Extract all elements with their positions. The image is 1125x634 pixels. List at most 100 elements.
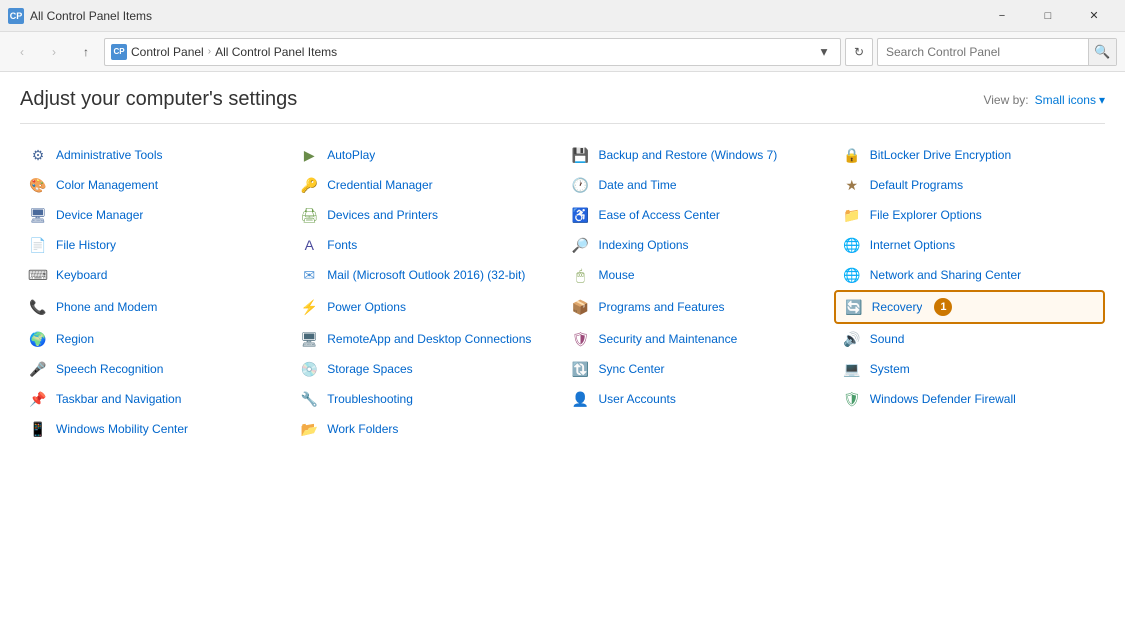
item-label: Credential Manager [327, 178, 432, 192]
breadcrumb-icon: CP [111, 44, 127, 60]
item-icon: 🕐 [571, 175, 591, 195]
control-item-taskbar-and-navigation[interactable]: 📌Taskbar and Navigation [20, 384, 291, 414]
view-by-value[interactable]: Small icons ▾ [1035, 93, 1105, 107]
item-icon: ⚙ [28, 145, 48, 165]
item-label: AutoPlay [327, 148, 375, 162]
control-item-bitlocker-drive-encryption[interactable]: 🔒BitLocker Drive Encryption [834, 140, 1105, 170]
window-title: All Control Panel Items [30, 9, 979, 23]
control-item-internet-options[interactable]: 🌐 Internet Options [834, 230, 1105, 260]
control-item-storage-spaces[interactable]: 💿Storage Spaces [291, 354, 562, 384]
refresh-button[interactable]: ↻ [845, 38, 873, 66]
view-by-current: Small icons [1035, 93, 1096, 107]
item-label: RemoteApp and Desktop Connections [327, 332, 531, 346]
item-icon: 🖨 [299, 205, 319, 225]
item-label: File History [56, 238, 116, 252]
page-title: Adjust your computer's settings [20, 88, 297, 111]
item-label: Mouse [599, 268, 635, 282]
control-item-remoteapp-and-desktop-connections[interactable]: 🖥RemoteApp and Desktop Connections [291, 324, 562, 354]
item-icon: 🖱 [571, 265, 591, 285]
control-item-work-folders[interactable]: 📂Work Folders [291, 414, 562, 444]
control-item-windows-mobility-center[interactable]: 📱Windows Mobility Center [20, 414, 291, 444]
maximize-button[interactable]: □ [1025, 0, 1071, 32]
item-label: Color Management [56, 178, 158, 192]
item-icon: 👤 [571, 389, 591, 409]
control-item-default-programs[interactable]: ★Default Programs [834, 170, 1105, 200]
window-controls: − □ ✕ [979, 0, 1117, 32]
item-label: Keyboard [56, 268, 107, 282]
control-item-backup-and-restore-windows-7[interactable]: 💾Backup and Restore (Windows 7) [563, 140, 834, 170]
breadcrumb-bar: CP Control Panel › All Control Panel Ite… [104, 38, 841, 66]
control-item-sync-center[interactable]: 🔃Sync Center [563, 354, 834, 384]
control-item-file-explorer-options[interactable]: 📁File Explorer Options [834, 200, 1105, 230]
item-label: Speech Recognition [56, 362, 163, 376]
item-label: Sync Center [599, 362, 665, 376]
item-icon: 🌐 [842, 235, 862, 255]
search-input[interactable] [878, 45, 1088, 59]
control-item-autoplay[interactable]: ▶ AutoPlay [291, 140, 562, 170]
back-button[interactable]: ‹ [8, 38, 36, 66]
page-header: Adjust your computer's settings View by:… [20, 88, 1105, 124]
control-item-phone-and-modem[interactable]: 📞Phone and Modem [20, 290, 291, 324]
control-item-network-and-sharing-center[interactable]: 🌐Network and Sharing Center [834, 260, 1105, 290]
item-icon: ♿ [571, 205, 591, 225]
item-icon: 📂 [299, 419, 319, 439]
item-label: Administrative Tools [56, 148, 163, 162]
control-item-programs-and-features[interactable]: 📦Programs and Features [563, 290, 834, 324]
item-icon: 🛡 [842, 389, 862, 409]
item-icon: 💾 [571, 145, 591, 165]
control-item-fonts[interactable]: A Fonts [291, 230, 562, 260]
control-item-power-options[interactable]: ⚡Power Options [291, 290, 562, 324]
view-by-chevron-icon: ▾ [1099, 93, 1105, 107]
item-icon: 🎨 [28, 175, 48, 195]
item-icon: 🔑 [299, 175, 319, 195]
control-item-date-and-time[interactable]: 🕐Date and Time [563, 170, 834, 200]
item-icon: A [299, 235, 319, 255]
item-icon: 🛡 [571, 329, 591, 349]
control-item-credential-manager[interactable]: 🔑 Credential Manager [291, 170, 562, 200]
item-icon: ⌨ [28, 265, 48, 285]
control-item-speech-recognition[interactable]: 🎤 Speech Recognition [20, 354, 291, 384]
item-icon: 🎤 [28, 359, 48, 379]
control-item-recovery[interactable]: 🔄Recovery1 [834, 290, 1105, 324]
breadcrumb-dropdown-button[interactable]: ▾ [814, 42, 834, 62]
item-label: Troubleshooting [327, 392, 413, 406]
control-item-administrative-tools[interactable]: ⚙ Administrative Tools [20, 140, 291, 170]
item-label: Mail (Microsoft Outlook 2016) (32-bit) [327, 268, 525, 282]
control-item-windows-defender-firewall[interactable]: 🛡Windows Defender Firewall [834, 384, 1105, 414]
item-icon: ▶ [299, 145, 319, 165]
item-label: Fonts [327, 238, 357, 252]
control-item-mouse[interactable]: 🖱 Mouse [563, 260, 834, 290]
main-content: Adjust your computer's settings View by:… [0, 72, 1125, 634]
close-button[interactable]: ✕ [1071, 0, 1117, 32]
minimize-button[interactable]: − [979, 0, 1025, 32]
control-item-troubleshooting[interactable]: 🔧Troubleshooting [291, 384, 562, 414]
forward-button[interactable]: › [40, 38, 68, 66]
control-item-file-history[interactable]: 📄 File History [20, 230, 291, 260]
control-panel-grid: ⚙ Administrative Tools ▶ AutoPlay 💾Backup an… [20, 140, 1105, 444]
control-item-ease-of-access-center[interactable]: ♿Ease of Access Center [563, 200, 834, 230]
breadcrumb-current[interactable]: All Control Panel Items [215, 45, 337, 59]
control-item-security-and-maintenance[interactable]: 🛡Security and Maintenance [563, 324, 834, 354]
control-item-color-management[interactable]: 🎨 Color Management [20, 170, 291, 200]
item-label: Internet Options [870, 238, 955, 252]
search-button[interactable]: 🔍 [1088, 39, 1116, 65]
control-item-devices-and-printers[interactable]: 🖨Devices and Printers [291, 200, 562, 230]
item-label: Storage Spaces [327, 362, 412, 376]
item-icon: 📱 [28, 419, 48, 439]
item-label: Programs and Features [599, 300, 725, 314]
view-by-control: View by: Small icons ▾ [983, 93, 1105, 107]
control-item-region[interactable]: 🌍Region [20, 324, 291, 354]
item-icon: 🌍 [28, 329, 48, 349]
item-icon: 📄 [28, 235, 48, 255]
control-item-device-manager[interactable]: 🖥Device Manager [20, 200, 291, 230]
control-item-system[interactable]: 💻System [834, 354, 1105, 384]
control-item-mail-microsoft-outlook-2016-32-bit[interactable]: ✉ Mail (Microsoft Outlook 2016) (32-bit) [291, 260, 562, 290]
control-item-user-accounts[interactable]: 👤User Accounts [563, 384, 834, 414]
item-icon: ✉ [299, 265, 319, 285]
item-icon: ★ [842, 175, 862, 195]
control-item-sound[interactable]: 🔊Sound [834, 324, 1105, 354]
control-item-indexing-options[interactable]: 🔎Indexing Options [563, 230, 834, 260]
breadcrumb-root[interactable]: Control Panel [131, 45, 204, 59]
control-item-keyboard[interactable]: ⌨ Keyboard [20, 260, 291, 290]
up-button[interactable]: ↑ [72, 38, 100, 66]
